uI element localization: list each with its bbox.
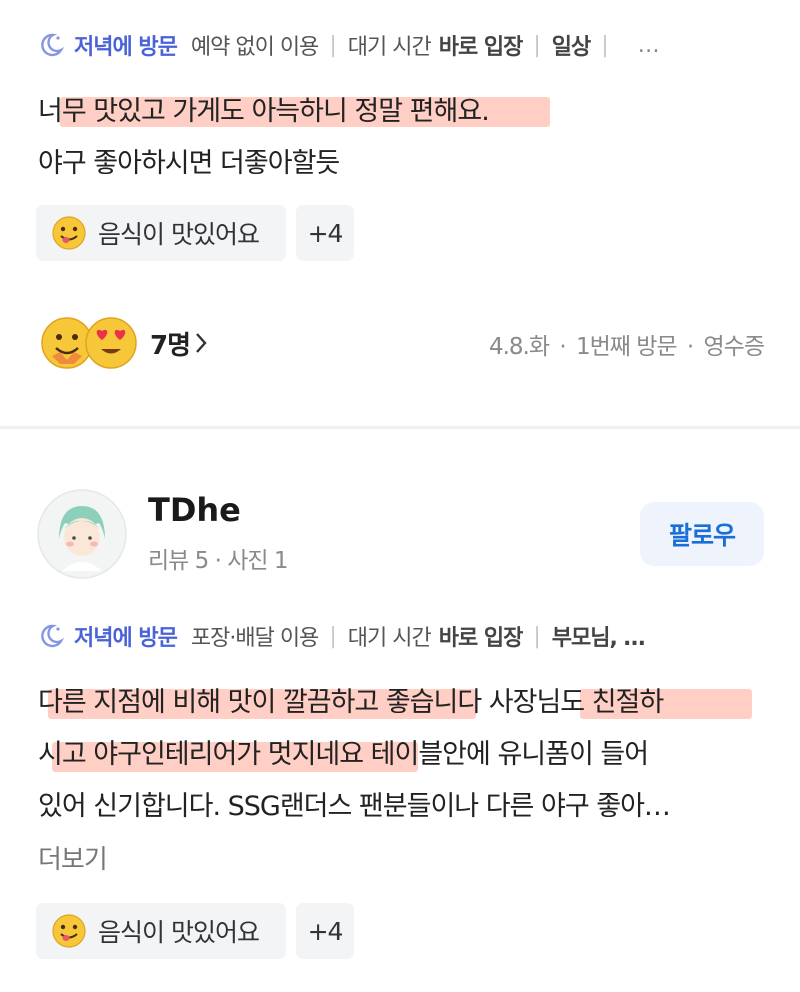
user-name[interactable]: TDhe — [148, 491, 241, 529]
review-text[interactable]: 다른 지점에 비해 맛이 깔끔하고 좋습니다 사장님도 친절하 시고 야구인테리… — [38, 677, 671, 833]
review-text-line: 야구 좋아하시면 더좋아할듯 — [38, 148, 340, 179]
reactions-count: 7명 — [150, 330, 191, 361]
wait-label: 대기 시간 — [347, 35, 432, 60]
separator: | — [533, 32, 541, 58]
review-text-line: 시고 야구인테리어가 멋지네요 테이블안에 유니폼이 들어 — [38, 739, 649, 770]
user-stats: 리뷰 5 · 사진 1 — [148, 548, 288, 574]
separator: | — [329, 623, 337, 649]
follow-button[interactable]: 팔로우 — [640, 502, 764, 566]
more-tags-button[interactable]: … — [638, 33, 660, 58]
service-tag: 포장·배달 이용 — [190, 626, 319, 651]
separator: | — [601, 32, 609, 58]
separator: | — [533, 623, 541, 649]
wait-value: 바로 입장 — [438, 35, 524, 60]
visit-time-label: 저녁에 방문 — [74, 626, 178, 651]
moon-icon — [41, 33, 64, 57]
review-text-line: 있어 신기합니다. SSG랜더스 팬분들이나 다른 야구 좋아… — [38, 791, 671, 822]
review-text[interactable]: 너무 맛있고 가게도 아늑하니 정말 편해요. 야구 좋아하시면 더좋아할듯 — [38, 86, 490, 190]
reactions-row[interactable]: 7명 — [40, 315, 208, 371]
review-item-1: 저녁에 방문 예약 없이 이용 | 대기 시간 바로 입장 | 일상 | … 너… — [0, 0, 800, 426]
keyword-chip[interactable]: 음식이 맛있어요 — [36, 205, 286, 261]
visit-info-row: 저녁에 방문 포장·배달 이용 | 대기 시간 바로 입장 | 부모님, … — [38, 620, 645, 652]
purpose-tag: 일상 — [551, 35, 591, 60]
service-tag: 예약 없이 이용 — [190, 35, 319, 60]
more-keywords-chip[interactable]: +4 — [296, 903, 354, 959]
review-item-2: TDhe 리뷰 5 · 사진 1 팔로우 저녁에 방문 포장·배달 이용 | 대… — [0, 429, 800, 992]
visit-date: 4.8.화 — [488, 334, 550, 360]
more-keywords-count: +4 — [307, 916, 344, 946]
dot-separator: · — [559, 334, 566, 360]
keyword-chip[interactable]: 음식이 맛있어요 — [36, 903, 286, 959]
see-more-link[interactable]: 더보기 — [38, 839, 108, 876]
keyword-label: 음식이 맛있어요 — [98, 918, 260, 947]
more-keywords-chip[interactable]: +4 — [296, 205, 354, 261]
review-text-line: 다른 지점에 비해 맛이 깔끔하고 좋습니다 사장님도 친절하 — [38, 687, 664, 718]
dot-separator: · — [686, 334, 694, 360]
heart-eyes-emoji — [85, 317, 137, 369]
purpose-tag[interactable]: 부모님, … — [552, 620, 646, 652]
wait-label: 대기 시간 — [347, 626, 432, 651]
more-keywords-count: +4 — [307, 218, 344, 248]
review-footer-meta: 4.8.화 · 1번째 방문 · 영수증 — [488, 327, 765, 361]
receipt-label: 영수증 — [703, 334, 765, 360]
wait-value: 바로 입장 — [438, 626, 524, 651]
yum-face-emoji — [52, 914, 86, 948]
visit-count: 1번째 방문 — [575, 334, 678, 360]
visit-time-label: 저녁에 방문 — [74, 35, 178, 60]
review-text-line: 너무 맛있고 가게도 아늑하니 정말 편해요. — [38, 96, 490, 127]
visit-info-row: 저녁에 방문 예약 없이 이용 | 대기 시간 바로 입장 | 일상 | … — [38, 29, 660, 61]
user-avatar[interactable] — [37, 489, 127, 579]
keyword-label: 음식이 맛있어요 — [98, 220, 260, 249]
chevron-right-icon — [196, 333, 207, 353]
separator: | — [329, 32, 337, 58]
yum-face-emoji — [52, 216, 86, 250]
moon-icon — [41, 624, 64, 648]
